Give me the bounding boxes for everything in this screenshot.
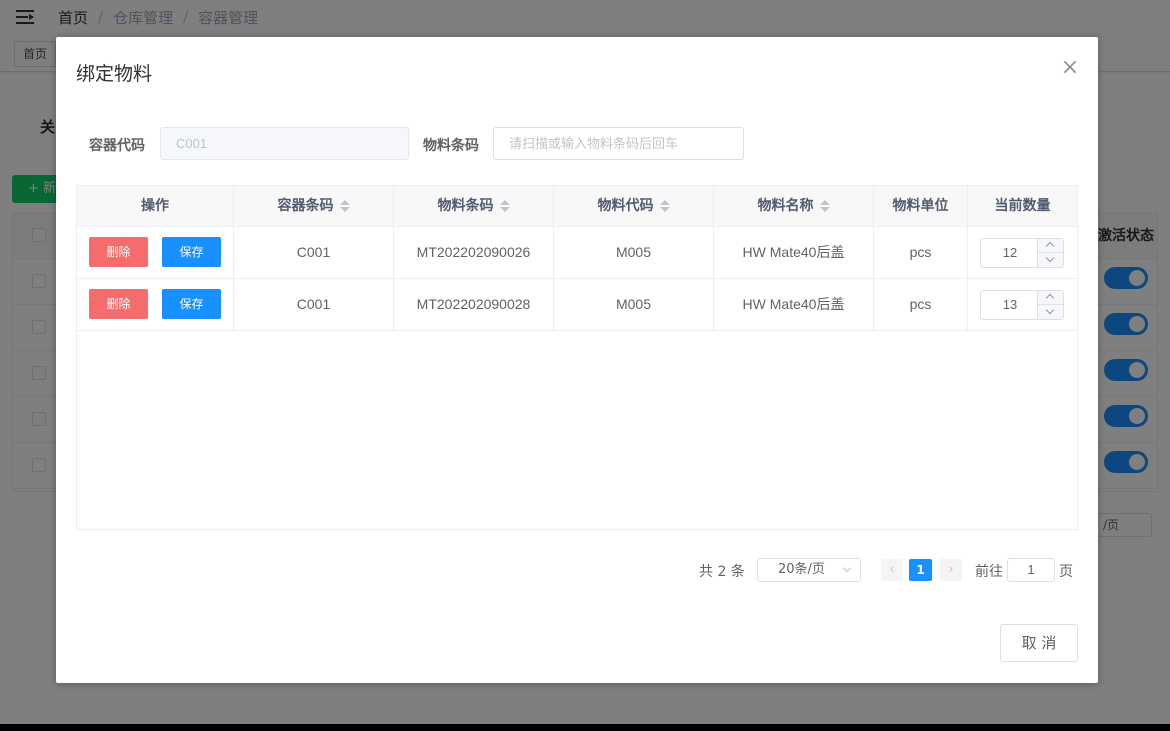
prev-page-icon[interactable]: ‹	[881, 559, 903, 581]
cell-material-unit: pcs	[874, 279, 968, 330]
material-table: 操作 容器条码 物料条码 物料代码 物料名称 物料单位 当前数量 删除 保存 C…	[76, 185, 1078, 530]
cell-material-code: M005	[554, 227, 714, 278]
container-code-label: 容器代码	[89, 138, 145, 154]
increment-icon[interactable]	[1038, 239, 1063, 253]
dialog-title: 绑定物料	[76, 63, 153, 85]
save-button[interactable]: 保存	[162, 289, 221, 319]
delete-button[interactable]: 删除	[89, 237, 148, 267]
column-header-material-barcode[interactable]: 物料条码	[394, 186, 554, 226]
column-header-container-barcode[interactable]: 容器条码	[234, 186, 394, 226]
delete-button[interactable]: 删除	[89, 289, 148, 319]
increment-icon[interactable]	[1038, 291, 1063, 305]
sort-icon[interactable]	[339, 199, 350, 213]
cell-container-barcode: C001	[234, 279, 394, 330]
quantity-value[interactable]: 13	[981, 291, 1039, 319]
decrement-icon[interactable]	[1038, 305, 1063, 319]
cell-current-qty: 12	[968, 227, 1077, 278]
decrement-icon[interactable]	[1038, 253, 1063, 267]
table-row: 删除 保存 C001 MT202202090028 M005 HW Mate40…	[77, 279, 1077, 331]
cancel-button[interactable]: 取 消	[1000, 624, 1078, 662]
cell-material-barcode: MT202202090026	[394, 227, 554, 278]
bind-material-dialog: 绑定物料 × 容器代码 C001 物料条码 请扫描或输入物料条码后回车 操作 容…	[56, 37, 1098, 683]
column-header-material-code[interactable]: 物料代码	[554, 186, 714, 226]
cell-material-barcode: MT202202090028	[394, 279, 554, 330]
column-header-actions: 操作	[77, 186, 234, 226]
quantity-value[interactable]: 12	[981, 239, 1039, 267]
close-icon[interactable]: ×	[1059, 57, 1081, 79]
page-size-select[interactable]: 20条/页	[757, 558, 861, 582]
save-button[interactable]: 保存	[162, 237, 221, 267]
cell-actions: 删除 保存	[77, 227, 234, 278]
screen-bottom-edge	[0, 724, 1170, 731]
table-header: 操作 容器条码 物料条码 物料代码 物料名称 物料单位 当前数量	[77, 186, 1077, 227]
cell-container-barcode: C001	[234, 227, 394, 278]
container-code-input: C001	[160, 127, 409, 160]
column-header-material-unit: 物料单位	[874, 186, 968, 226]
sort-icon[interactable]	[659, 199, 670, 213]
current-page-button[interactable]: 1	[909, 559, 932, 581]
column-header-material-name[interactable]: 物料名称	[714, 186, 874, 226]
next-page-icon[interactable]: ›	[940, 559, 962, 581]
stepper-controls	[1037, 239, 1063, 267]
cell-material-name: HW Mate40后盖	[714, 227, 874, 278]
quantity-stepper[interactable]: 13	[980, 290, 1064, 320]
quantity-stepper[interactable]: 12	[980, 238, 1064, 268]
cell-current-qty: 13	[968, 279, 1077, 330]
goto-label: 前往	[975, 564, 1003, 580]
page-unit-label: 页	[1059, 564, 1073, 580]
sort-icon[interactable]	[819, 199, 830, 213]
cell-material-name: HW Mate40后盖	[714, 279, 874, 330]
sort-icon[interactable]	[499, 199, 510, 213]
pagination-total: 共 2 条	[699, 564, 745, 580]
cell-material-code: M005	[554, 279, 714, 330]
material-barcode-input[interactable]: 请扫描或输入物料条码后回车	[493, 127, 744, 160]
table-row: 删除 保存 C001 MT202202090026 M005 HW Mate40…	[77, 227, 1077, 279]
material-barcode-label: 物料条码	[423, 138, 479, 154]
stepper-controls	[1037, 291, 1063, 319]
goto-page-input[interactable]: 1	[1007, 558, 1055, 582]
column-header-current-qty: 当前数量	[994, 198, 1051, 214]
cell-material-unit: pcs	[874, 227, 968, 278]
cell-actions: 删除 保存	[77, 279, 234, 330]
